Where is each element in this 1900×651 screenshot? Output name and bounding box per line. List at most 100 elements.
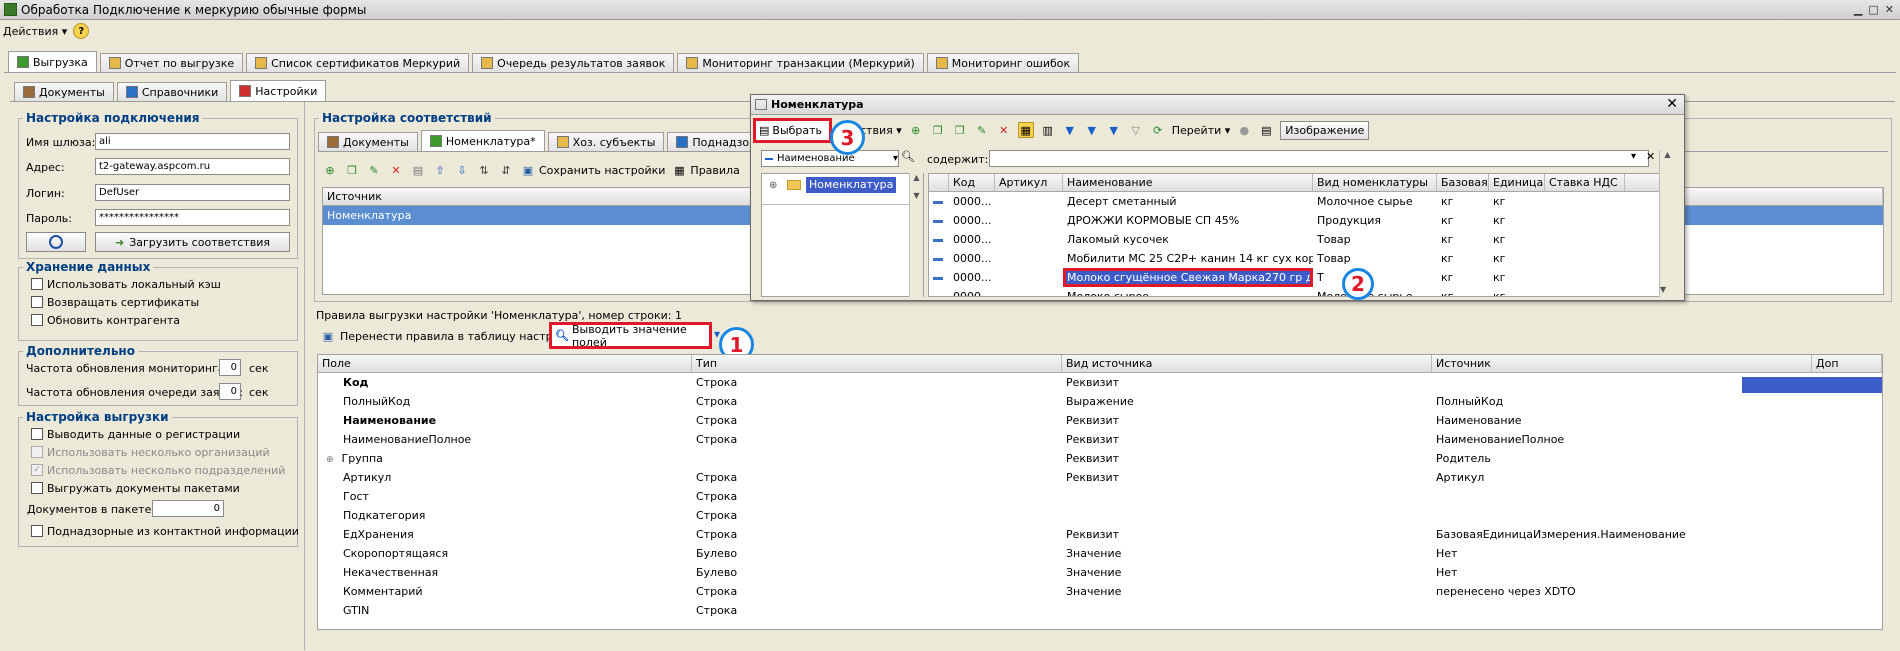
table-scrollbar[interactable]: ▲ <box>1659 150 1675 297</box>
search-icon[interactable]: 🔍︎ <box>901 150 915 163</box>
mapping-tab[interactable]: Номенклатура* <box>420 130 545 151</box>
power-button[interactable] <box>26 232 86 252</box>
popup-column-header[interactable]: Вид номенклатуры <box>1313 174 1437 191</box>
list-item[interactable]: 0000... Лакомый кусочек Товар кг кг <box>929 230 1667 249</box>
storage-checkbox[interactable]: Обновить контрагента <box>31 311 221 329</box>
refresh-icon[interactable]: ⟳ <box>1150 122 1166 138</box>
main-tab[interactable]: Список сертификатов Меркурий <box>246 53 470 72</box>
actions-menu[interactable]: Действия ▾ <box>3 25 67 38</box>
main-tab[interactable]: Выгрузка <box>8 51 97 72</box>
list-item[interactable]: 0000... Молоко сгущённое Свежая Марка270 … <box>929 268 1667 287</box>
password-input[interactable]: **************** <box>95 209 290 226</box>
show-values-button[interactable]: 🔍︎ Выводить значение полей <box>549 322 712 349</box>
list-item[interactable]: 0000... Мобилити МС 25 С2Р+ канин 14 кг с… <box>929 249 1667 268</box>
popup-column-header[interactable]: Ставка НДС <box>1545 174 1625 191</box>
maximize-icon[interactable]: □ <box>1868 3 1878 16</box>
close-icon[interactable]: ✕ <box>1885 3 1894 16</box>
sub-tab[interactable]: Справочники <box>116 82 228 101</box>
rules-button[interactable]: ▦ Правила <box>671 162 740 178</box>
parent-icon[interactable]: ▥ <box>1040 122 1056 138</box>
checkbox-contact-info[interactable]: Поднадзорные из контактной информации <box>31 522 299 540</box>
copy-icon[interactable]: ❐ <box>952 122 968 138</box>
expand-icon[interactable]: ⊕ <box>326 455 334 465</box>
table-row[interactable]: Скоропортящаяся Булево Значение Нет <box>318 544 1882 563</box>
contains-input[interactable] <box>989 150 1649 167</box>
rules-column-header[interactable]: Поле <box>318 355 692 372</box>
rules-column-header[interactable]: Вид источника <box>1062 355 1432 372</box>
export-checkbox[interactable]: Выводить данные о регистрации <box>31 425 285 443</box>
edit-icon[interactable]: ✎ <box>974 122 990 138</box>
mapping-tab[interactable]: Документы <box>318 132 418 151</box>
save-settings-button[interactable]: ▣ Сохранить настройки <box>520 162 666 178</box>
delete-icon[interactable]: ✕ <box>388 162 404 178</box>
table-row[interactable]: ЕдХранения Строка Реквизит БазоваяЕдиницаИз… <box>318 525 1882 544</box>
main-tab[interactable]: Мониторинг транзакции (Меркурий) <box>677 53 924 72</box>
move-up-icon[interactable]: ⇧ <box>432 162 448 178</box>
rules-column-header[interactable]: Тип <box>692 355 1062 372</box>
filter-field-select[interactable]: Наименование ▾ <box>761 150 899 167</box>
dropdown-icon[interactable]: ▾ <box>1631 151 1636 162</box>
table-row[interactable]: Комментарий Строка Значение перенесено чере… <box>318 582 1882 601</box>
image-button[interactable]: Изображение <box>1280 120 1370 140</box>
sort-desc-icon[interactable]: ⇵ <box>498 162 514 178</box>
clear-icon[interactable]: ✕ <box>1646 150 1655 163</box>
queue-input[interactable]: 0 <box>219 383 241 400</box>
table-row[interactable]: ⊕ Группа Реквизит Родитель <box>318 449 1882 468</box>
list-item[interactable]: 0000... Десерт сметанный Молочное сырье кг к… <box>929 192 1667 211</box>
export-checkbox[interactable]: Выгружать документы пакетами <box>31 479 285 497</box>
delete-icon[interactable]: ✕ <box>996 122 1012 138</box>
address-input[interactable]: t2-gateway.aspcom.ru <box>95 158 290 175</box>
help-circle-icon[interactable]: ● <box>1236 122 1252 138</box>
popup-column-header[interactable]: Базовая <box>1437 174 1489 191</box>
rules-column-header[interactable]: Доп <box>1812 355 1882 372</box>
goto-menu-button[interactable]: Перейти ▾ <box>1172 124 1231 137</box>
table-row[interactable]: Код Строка Реквизит <box>318 373 1882 392</box>
popup-column-header[interactable]: Наименование <box>1063 174 1313 191</box>
tree-scrollbar[interactable]: ▲ ▼ <box>909 173 923 297</box>
load-mappings-button[interactable]: ➜ Загрузить соответствия <box>95 232 290 252</box>
gateway-input[interactable]: ali <box>95 133 290 150</box>
selected-cell[interactable] <box>1742 377 1882 393</box>
hierarchy-icon[interactable]: ▦ <box>1017 122 1034 138</box>
export-checkbox[interactable]: Использовать несколько организаций <box>31 443 285 461</box>
scroll-down-icon[interactable]: ▼ <box>1660 285 1666 294</box>
mapping-tab[interactable]: Хоз. субъекты <box>547 132 665 151</box>
storage-checkbox[interactable]: Использовать локальный кэш <box>31 275 221 293</box>
copy-icon[interactable]: ❐ <box>344 162 360 178</box>
list-item[interactable]: 0000...Молоко сыроеМолочное сырьекгкг <box>929 287 1667 296</box>
table-row[interactable]: Гост Строка <box>318 487 1882 506</box>
end-edit-icon[interactable]: ▤ <box>410 162 426 178</box>
popup-column-header[interactable]: Единица <box>1489 174 1545 191</box>
help-icon[interactable]: ? <box>73 23 90 39</box>
filter-list-icon[interactable]: ▼ <box>1106 122 1122 138</box>
popup-close-icon[interactable]: ✕ <box>1666 96 1678 112</box>
add-icon[interactable]: ⊕ <box>322 162 338 178</box>
table-row[interactable]: Наименование Строка Реквизит Наименование <box>318 411 1882 430</box>
main-tab[interactable]: Отчет по выгрузке <box>99 53 244 72</box>
monitor-input[interactable]: 0 <box>219 359 241 376</box>
storage-checkbox[interactable]: Возвращать сертификаты <box>31 293 221 311</box>
sort-asc-icon[interactable]: ⇅ <box>476 162 492 178</box>
sub-tab[interactable]: Настройки <box>230 80 327 101</box>
login-input[interactable]: DefUser <box>95 184 290 201</box>
main-tab[interactable]: Очередь результатов заявок <box>472 53 675 72</box>
clear-filter-icon[interactable]: ▽ <box>1128 122 1144 138</box>
minimize-icon[interactable]: ▁ <box>1854 3 1862 16</box>
sub-tab[interactable]: Документы <box>14 82 114 101</box>
main-tab[interactable]: Мониторинг ошибок <box>926 53 1080 72</box>
add-icon[interactable]: ⊕ <box>908 122 924 138</box>
list-item[interactable]: 0000... ДРОЖЖИ КОРМОВЫЕ СП 45% Продукция кг… <box>929 211 1667 230</box>
add-group-icon[interactable]: ❐ <box>930 122 946 138</box>
expand-icon[interactable]: ⊕ <box>769 180 777 191</box>
move-rules-button[interactable]: ▣ Перенести правила в таблицу настроек <box>320 326 573 346</box>
table-row[interactable]: ПолныйКод Строка Выражение ПолныйКод <box>318 392 1882 411</box>
docs-per-packet-input[interactable]: 0 <box>152 500 224 517</box>
rules-column-header[interactable]: Источник <box>1432 355 1812 372</box>
table-row[interactable]: НаименованиеПолное Строка Реквизит Наименов… <box>318 430 1882 449</box>
table-row[interactable]: Подкатегория Строка <box>318 506 1882 525</box>
select-button[interactable]: ▤ Выбрать <box>753 117 832 143</box>
table-row[interactable]: Артикул Строка Реквизит Артикул <box>318 468 1882 487</box>
filter-value-icon[interactable]: ▼ <box>1084 122 1100 138</box>
edit-icon[interactable]: ✎ <box>366 162 382 178</box>
export-checkbox[interactable]: ✓ Использовать несколько подразделений <box>31 461 285 479</box>
